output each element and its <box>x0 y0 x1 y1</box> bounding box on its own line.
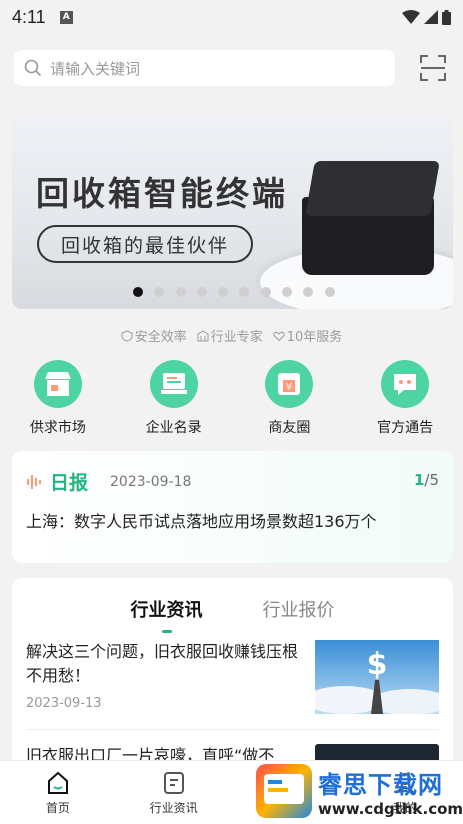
banner-dot[interactable] <box>218 287 229 297</box>
nav-label: 行业资讯 <box>149 801 198 815</box>
feature-badge: 10年服务 <box>273 326 343 345</box>
directory-icon <box>149 360 198 408</box>
banner-dot[interactable] <box>175 287 186 297</box>
tab-industry-news[interactable]: 行业资讯 <box>131 596 203 633</box>
banner-dot[interactable] <box>303 287 314 297</box>
grid-item-market[interactable]: 供求市场 <box>0 360 116 437</box>
grid-label: 商友圈 <box>268 420 311 436</box>
daily-header: 日报 2023-09-18 <box>26 468 191 495</box>
heart-icon <box>273 331 285 341</box>
news-tabs: 行业资讯 行业报价 <box>12 596 453 633</box>
feature-label: 行业专家 <box>210 330 263 345</box>
signal-icon <box>424 10 438 24</box>
article-divider <box>26 729 439 730</box>
search-input[interactable]: 请输入关键词 <box>14 50 395 86</box>
svg-text:$: $ <box>367 647 388 682</box>
banner-dot[interactable] <box>133 287 143 297</box>
feature-label: 10年服务 <box>286 330 343 345</box>
daily-page-current: 1 <box>413 471 425 489</box>
watermark-title: 睿思下载网 <box>318 770 443 799</box>
search-icon <box>24 59 42 77</box>
feature-badges: 安全效率 行业专家 10年服务 <box>0 326 463 345</box>
banner-dot[interactable] <box>260 287 271 297</box>
news-article[interactable]: 解决这三个问题，旧衣服回收赚钱压根不用愁！ 2023-09-13 $ <box>26 640 450 715</box>
nav-home[interactable]: 首页 <box>0 761 116 824</box>
daily-page-total: /5 <box>424 471 439 489</box>
article-thumbnail: $ <box>305 640 450 715</box>
watermark-text: 睿思下载网 www.cdgthk.com <box>318 765 463 818</box>
news-icon <box>163 772 184 794</box>
grid-label: 官方通告 <box>377 420 434 436</box>
yuan-icon: ¥ <box>265 360 314 408</box>
shield-icon <box>121 329 133 342</box>
search-placeholder: 请输入关键词 <box>50 59 141 78</box>
wifi-icon <box>402 10 420 24</box>
daily-report-card[interactable]: 日报 2023-09-18 1/5 上海：数字人民币试点落地应用场景数超136万… <box>12 451 453 563</box>
banner-dot[interactable] <box>239 287 250 297</box>
building-icon <box>197 329 209 341</box>
status-bar: 4:11 A <box>0 0 463 34</box>
daily-tag: 日报 <box>50 472 89 494</box>
audio-wave-icon <box>27 474 41 489</box>
nav-label: 首页 <box>45 801 70 815</box>
banner-product-top <box>305 161 440 216</box>
scan-button[interactable] <box>420 55 446 81</box>
promo-banner[interactable]: 回收箱智能终端 回收箱的最佳伙伴 <box>12 117 453 309</box>
status-right <box>402 9 451 25</box>
chat-icon <box>381 360 430 408</box>
daily-pager: 1/5 <box>414 471 439 489</box>
feature-badge: 安全效率 <box>121 326 187 345</box>
feature-badge: 行业专家 <box>197 326 263 345</box>
home-icon <box>47 771 68 794</box>
banner-subtitle: 回收箱的最佳伙伴 <box>37 225 254 263</box>
nav-industry-news[interactable]: 行业资讯 <box>116 761 232 824</box>
banner-dot[interactable] <box>196 287 207 297</box>
scan-icon <box>420 55 446 81</box>
battery-icon <box>442 9 451 25</box>
banner-dot[interactable] <box>324 287 335 297</box>
grid-label: 企业名录 <box>145 420 202 436</box>
search-row: 请输入关键词 <box>14 50 454 86</box>
tab-industry-quotes[interactable]: 行业报价 <box>263 596 335 622</box>
article-title: 解决这三个问题，旧衣服回收赚钱压根不用愁！ <box>26 642 299 685</box>
watermark-logo <box>256 764 312 818</box>
daily-date: 2023-09-18 <box>110 473 192 490</box>
banner-dot[interactable] <box>282 287 293 297</box>
site-watermark: 睿思下载网 www.cdgthk.com <box>256 758 463 824</box>
store-icon <box>33 360 82 408</box>
banner-title: 回收箱智能终端 <box>36 174 288 213</box>
banner-pagination <box>133 287 335 297</box>
grid-label: 供求市场 <box>29 420 86 436</box>
quick-entry-grid: 供求市场 企业名录 ¥ 商友圈 官方通告 <box>0 360 463 437</box>
feature-label: 安全效率 <box>134 330 187 345</box>
grid-item-circle[interactable]: ¥ 商友圈 <box>232 360 348 437</box>
daily-headline[interactable]: 上海：数字人民币试点落地应用场景数超136万个 <box>26 508 377 532</box>
banner-dot[interactable] <box>154 287 165 297</box>
notification-icon: A <box>59 10 73 24</box>
watermark-url: www.cdgthk.com <box>318 799 463 818</box>
grid-item-directory[interactable]: 企业名录 <box>116 360 232 437</box>
status-time: 4:11 <box>12 6 46 27</box>
grid-item-notice[interactable]: 官方通告 <box>347 360 463 437</box>
svg-text:¥: ¥ <box>286 382 292 393</box>
